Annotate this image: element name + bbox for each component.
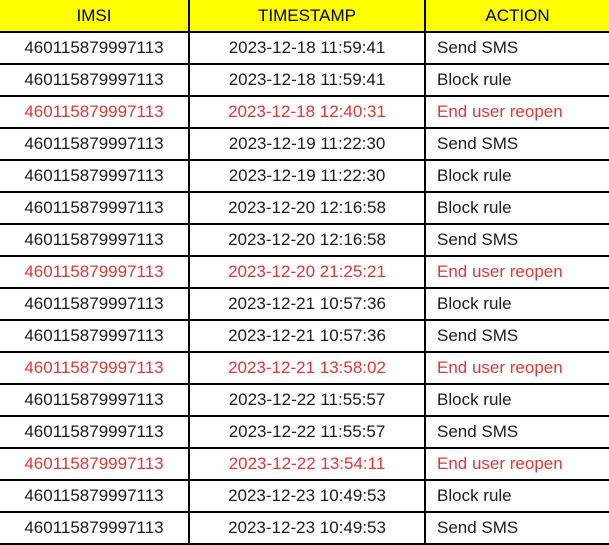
table-header: IMSI TIMESTAMP ACTION xyxy=(0,0,609,33)
cell-imsi: 460115879997113 xyxy=(0,191,190,225)
cell-action: Block rule xyxy=(425,287,609,321)
table-header-row: IMSI TIMESTAMP ACTION xyxy=(0,0,609,33)
cell-timestamp: 2023-12-22 11:55:57 xyxy=(189,383,426,417)
table-row: 460115879997113 2023-12-21 10:57:36 Send S… xyxy=(0,319,609,353)
cell-imsi: 460115879997113 xyxy=(0,63,190,97)
cell-timestamp: 2023-12-21 13:58:02 xyxy=(189,351,426,385)
table-row: 460115879997113 2023-12-18 11:59:41 Block … xyxy=(0,63,609,97)
cell-action: Block rule xyxy=(425,479,609,513)
table-row: 460115879997113 2023-12-19 11:22:30 Block … xyxy=(0,159,609,193)
table-row: 460115879997113 2023-12-23 10:49:53 Block … xyxy=(0,479,609,513)
table-row: 460115879997113 2023-12-20 12:16:58 Block … xyxy=(0,191,609,225)
cell-action: Send SMS xyxy=(425,127,609,161)
cell-action: End user reopen xyxy=(425,447,609,481)
cell-imsi: 460115879997113 xyxy=(0,351,190,385)
cell-imsi: 460115879997113 xyxy=(0,319,190,353)
cell-timestamp: 2023-12-22 13:54:11 xyxy=(189,447,426,481)
table-row: 460115879997113 2023-12-18 11:59:41 Send S… xyxy=(0,31,609,65)
cell-timestamp: 2023-12-20 12:16:58 xyxy=(189,223,426,257)
cell-action: Send SMS xyxy=(425,319,609,353)
cell-action: Send SMS xyxy=(425,511,609,545)
table-row: 460115879997113 2023-12-18 12:40:31 End us… xyxy=(0,95,609,129)
cell-timestamp: 2023-12-18 11:59:41 xyxy=(189,31,426,65)
cell-timestamp: 2023-12-19 11:22:30 xyxy=(189,159,426,193)
cell-timestamp: 2023-12-18 11:59:41 xyxy=(189,63,426,97)
cell-imsi: 460115879997113 xyxy=(0,511,190,545)
cell-action: Block rule xyxy=(425,159,609,193)
cell-timestamp: 2023-12-21 10:57:36 xyxy=(189,319,426,353)
cell-action: End user reopen xyxy=(425,351,609,385)
cell-action: Block rule xyxy=(425,383,609,417)
cell-action: Send SMS xyxy=(425,415,609,449)
table-row: 460115879997113 2023-12-19 11:22:30 Send S… xyxy=(0,127,609,161)
table-row: 460115879997113 2023-12-22 11:55:57 Send S… xyxy=(0,415,609,449)
cell-imsi: 460115879997113 xyxy=(0,287,190,321)
cell-action: Block rule xyxy=(425,63,609,97)
cell-imsi: 460115879997113 xyxy=(0,95,190,129)
cell-action: End user reopen xyxy=(425,255,609,289)
cell-timestamp: 2023-12-21 10:57:36 xyxy=(189,287,426,321)
event-log-table: IMSI TIMESTAMP ACTION 460115879997113 202… xyxy=(0,0,609,545)
cell-action: Send SMS xyxy=(425,223,609,257)
cell-imsi: 460115879997113 xyxy=(0,223,190,257)
cell-timestamp: 2023-12-19 11:22:30 xyxy=(189,127,426,161)
cell-imsi: 460115879997113 xyxy=(0,383,190,417)
table-row: 460115879997113 2023-12-21 13:58:02 End us… xyxy=(0,351,609,385)
table-body: 460115879997113 2023-12-18 11:59:41 Send S… xyxy=(0,31,609,545)
cell-imsi: 460115879997113 xyxy=(0,31,190,65)
cell-timestamp: 2023-12-22 11:55:57 xyxy=(189,415,426,449)
table-row: 460115879997113 2023-12-23 10:49:53 Send S… xyxy=(0,511,609,545)
column-header-action: ACTION xyxy=(425,0,609,33)
cell-imsi: 460115879997113 xyxy=(0,127,190,161)
cell-timestamp: 2023-12-18 12:40:31 xyxy=(189,95,426,129)
cell-imsi: 460115879997113 xyxy=(0,159,190,193)
cell-imsi: 460115879997113 xyxy=(0,255,190,289)
table-row: 460115879997113 2023-12-22 11:55:57 Block … xyxy=(0,383,609,417)
cell-imsi: 460115879997113 xyxy=(0,415,190,449)
cell-timestamp: 2023-12-20 21:25:21 xyxy=(189,255,426,289)
table-row: 460115879997113 2023-12-20 21:25:21 End us… xyxy=(0,255,609,289)
cell-timestamp: 2023-12-23 10:49:53 xyxy=(189,479,426,513)
table-row: 460115879997113 2023-12-20 12:16:58 Send S… xyxy=(0,223,609,257)
cell-action: End user reopen xyxy=(425,95,609,129)
table-row: 460115879997113 2023-12-21 10:57:36 Block … xyxy=(0,287,609,321)
cell-action: Send SMS xyxy=(425,31,609,65)
cell-imsi: 460115879997113 xyxy=(0,479,190,513)
cell-timestamp: 2023-12-20 12:16:58 xyxy=(189,191,426,225)
column-header-imsi: IMSI xyxy=(0,0,190,33)
cell-action: Block rule xyxy=(425,191,609,225)
cell-imsi: 460115879997113 xyxy=(0,447,190,481)
column-header-timestamp: TIMESTAMP xyxy=(189,0,426,33)
cell-timestamp: 2023-12-23 10:49:53 xyxy=(189,511,426,545)
table-row: 460115879997113 2023-12-22 13:54:11 End us… xyxy=(0,447,609,481)
